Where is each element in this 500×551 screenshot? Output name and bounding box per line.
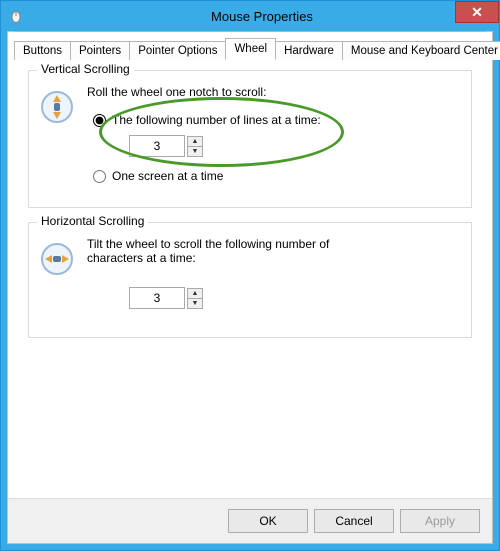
tab-divider xyxy=(14,31,486,32)
titlebar: Mouse Properties ✕ xyxy=(1,1,499,31)
radio-screen-label: One screen at a time xyxy=(112,169,223,183)
chars-spin-down[interactable]: ▼ xyxy=(187,298,203,309)
lines-spin-down[interactable]: ▼ xyxy=(187,146,203,157)
radio-lines-input[interactable] xyxy=(93,114,106,127)
apply-button[interactable]: Apply xyxy=(400,509,480,533)
ok-button[interactable]: OK xyxy=(228,509,308,533)
tab-wheel[interactable]: Wheel xyxy=(225,38,276,60)
tab-pointers[interactable]: Pointers xyxy=(70,41,130,60)
dialog-buttons: OK Cancel Apply xyxy=(8,498,492,543)
tab-pointer-options[interactable]: Pointer Options xyxy=(129,41,226,60)
cancel-button[interactable]: Cancel xyxy=(314,509,394,533)
close-icon: ✕ xyxy=(471,4,483,21)
window-title: Mouse Properties xyxy=(25,9,499,24)
tabstrip: Buttons Pointers Pointer Options Wheel H… xyxy=(14,40,486,60)
lines-value-input[interactable] xyxy=(129,135,185,157)
mouse-icon xyxy=(7,7,25,25)
lines-spinner: ▲ ▼ xyxy=(129,135,461,157)
vertical-caption: Vertical Scrolling xyxy=(37,62,134,76)
vertical-desc: Roll the wheel one notch to scroll: xyxy=(87,85,461,99)
group-vertical-scrolling: Vertical Scrolling Roll the wheel one no… xyxy=(28,70,472,208)
chevron-down-icon: ▼ xyxy=(192,148,199,155)
tabpage-wheel: Vertical Scrolling Roll the wheel one no… xyxy=(14,60,486,492)
tab-hardware[interactable]: Hardware xyxy=(275,41,343,60)
close-button[interactable]: ✕ xyxy=(455,1,499,23)
chevron-up-icon: ▲ xyxy=(192,138,199,145)
group-horizontal-scrolling: Horizontal Scrolling Tilt the wheel to s… xyxy=(28,222,472,338)
horizontal-caption: Horizontal Scrolling xyxy=(37,214,148,228)
tab-buttons[interactable]: Buttons xyxy=(14,41,71,60)
radio-screen[interactable]: One screen at a time xyxy=(93,169,461,183)
tilt-wheel-icon xyxy=(39,241,75,277)
chevron-down-icon: ▼ xyxy=(192,300,199,307)
radio-lines[interactable]: The following number of lines at a time: xyxy=(93,113,461,127)
radio-screen-input[interactable] xyxy=(93,170,106,183)
radio-lines-label: The following number of lines at a time: xyxy=(112,113,321,127)
client-area: Buttons Pointers Pointer Options Wheel H… xyxy=(7,31,493,544)
window: Mouse Properties ✕ Buttons Pointers Poin… xyxy=(0,0,500,551)
horizontal-desc: Tilt the wheel to scroll the following n… xyxy=(87,237,357,265)
chars-value-input[interactable] xyxy=(129,287,185,309)
tab-mouse-keyboard-center[interactable]: Mouse and Keyboard Center xyxy=(342,41,500,60)
chevron-up-icon: ▲ xyxy=(192,290,199,297)
wheel-icon xyxy=(39,89,75,125)
chars-spinner: ▲ ▼ xyxy=(129,287,461,309)
